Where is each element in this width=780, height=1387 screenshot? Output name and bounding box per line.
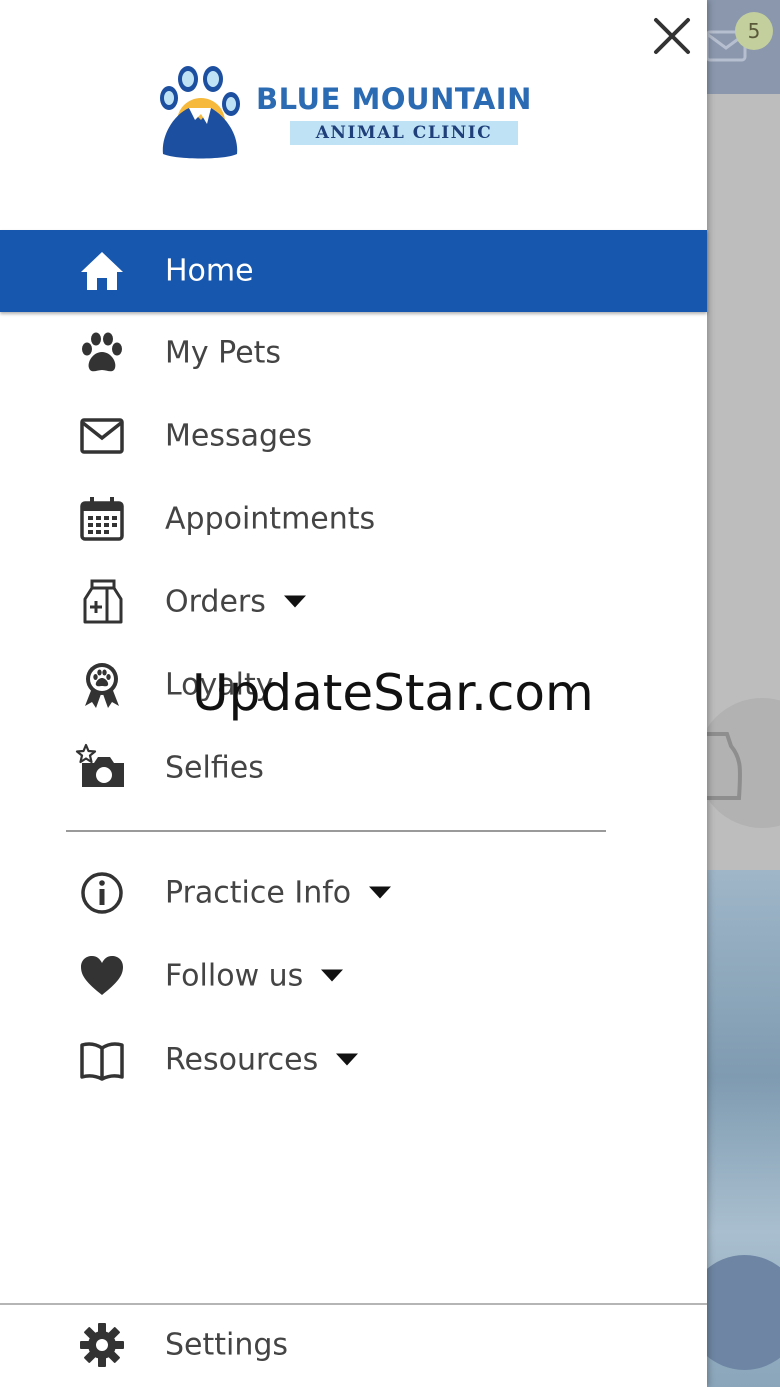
background-header: 5 bbox=[707, 0, 780, 94]
info-icon bbox=[77, 868, 127, 918]
envelope-icon bbox=[77, 411, 127, 461]
award-ribbon-icon bbox=[77, 660, 127, 710]
menu-item-label: Settings bbox=[165, 1328, 288, 1363]
menu-item-label: Follow us bbox=[165, 959, 343, 994]
menu-item-label: Practice Info bbox=[165, 876, 391, 911]
menu-item-follow-us[interactable]: Follow us bbox=[0, 935, 707, 1017]
gear-icon bbox=[77, 1320, 127, 1370]
book-icon bbox=[77, 1035, 127, 1085]
menu-item-appointments[interactable]: Appointments bbox=[0, 478, 707, 560]
chevron-down-icon bbox=[369, 886, 391, 898]
menu-item-selfies[interactable]: Selfies bbox=[0, 727, 707, 809]
menu-item-label: Loyalty bbox=[165, 668, 274, 703]
menu-item-label: Orders bbox=[165, 585, 306, 620]
navigation-drawer: BLUE MOUNTAIN ANIMAL CLINIC Home My Pets… bbox=[0, 0, 707, 1387]
chevron-down-icon bbox=[336, 1053, 358, 1065]
menu-item-resources[interactable]: Resources bbox=[0, 1019, 707, 1101]
clinic-logo: BLUE MOUNTAIN ANIMAL CLINIC bbox=[155, 64, 555, 160]
menu-item-settings[interactable]: Settings bbox=[0, 1304, 707, 1386]
menu-item-label: Resources bbox=[165, 1043, 358, 1078]
home-icon bbox=[77, 246, 127, 296]
menu-divider bbox=[66, 830, 606, 832]
menu-item-label: Appointments bbox=[165, 502, 375, 537]
heart-icon bbox=[77, 951, 127, 1001]
menu-item-label: Home bbox=[165, 254, 254, 289]
clinic-subtitle: ANIMAL CLINIC bbox=[290, 121, 518, 145]
menu-item-label: My Pets bbox=[165, 336, 281, 371]
clinic-subtitle-band: ANIMAL CLINIC bbox=[290, 121, 518, 145]
menu-item-label: Selfies bbox=[165, 751, 264, 786]
menu-item-label: Messages bbox=[165, 419, 312, 454]
paw-icon bbox=[77, 328, 127, 378]
menu-item-my-pets[interactable]: My Pets bbox=[0, 312, 707, 394]
menu-item-loyalty[interactable]: Loyalty bbox=[0, 644, 707, 726]
clinic-name: BLUE MOUNTAIN bbox=[256, 82, 532, 116]
medicine-bag-icon bbox=[77, 577, 127, 627]
calendar-icon bbox=[77, 494, 127, 544]
camera-icon bbox=[73, 743, 129, 793]
menu-item-orders[interactable]: Orders bbox=[0, 561, 707, 643]
chevron-down-icon bbox=[321, 969, 343, 981]
medicine-bag-icon bbox=[707, 728, 747, 808]
chevron-down-icon bbox=[284, 595, 306, 607]
menu-item-practice-info[interactable]: Practice Info bbox=[0, 852, 707, 934]
message-count-badge: 5 bbox=[735, 12, 773, 50]
menu-item-home[interactable]: Home bbox=[0, 230, 707, 312]
floating-action-button[interactable] bbox=[707, 1255, 780, 1370]
background-app: 5 bbox=[707, 0, 780, 1387]
menu-item-messages[interactable]: Messages bbox=[0, 395, 707, 477]
paw-mountain-logo-icon bbox=[155, 64, 255, 160]
close-icon[interactable] bbox=[648, 12, 696, 60]
